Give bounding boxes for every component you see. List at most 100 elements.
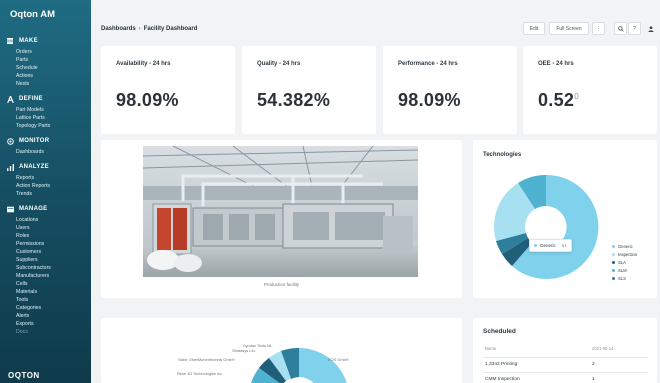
oqton-logo: OQTON (8, 371, 40, 380)
sidebar-item-customers[interactable]: Customers (0, 248, 91, 256)
nav-section-header[interactable]: DEFINE (0, 92, 91, 106)
tooltip-label: Generic (540, 243, 556, 248)
photo-caption: Production facility (263, 282, 300, 287)
breadcrumb-separator: › (138, 26, 141, 32)
production-facility-photo (143, 146, 418, 277)
fullscreen-button[interactable]: Full Screen (549, 22, 589, 35)
sidebar-item-nests[interactable]: Nests (0, 80, 91, 88)
nav-section-title: MANAGE (19, 206, 48, 212)
tooltip-value: 51 (561, 243, 567, 248)
row-value: 1 (592, 377, 595, 382)
kpi-title: OEE - 24 hrs (538, 61, 574, 67)
nav-section-title: ANALYZE (19, 164, 49, 170)
scheduled-col-name[interactable]: Name (485, 346, 496, 351)
nav-section-header[interactable]: MAKE (0, 34, 91, 48)
nav-section-header[interactable]: ANALYZE (0, 160, 91, 174)
scheduled-title: Scheduled (483, 328, 516, 335)
kpi-title: Availability - 24 hrs (116, 61, 171, 67)
user-menu-button[interactable] (644, 22, 657, 35)
sidebar-item-materials[interactable]: Materials (0, 288, 91, 296)
sidebar-item-action-reports[interactable]: Action Reports (0, 182, 91, 190)
sidebar-item-permissions[interactable]: Permissions (0, 240, 91, 248)
nav-section-header[interactable]: MANAGE (0, 202, 91, 216)
technologies-card: Technologies Generic 51 Generic Inspectio… (473, 140, 657, 298)
sidebar: Oqton AM MAKE Orders Parts Schedule Actions N… (0, 0, 91, 383)
sidebar-item-exports[interactable]: Exports (0, 320, 91, 328)
kpi-card-oee: OEE - 24 hrs 0.520 (523, 46, 657, 134)
nav-section-header[interactable]: MONITOR (0, 134, 91, 148)
sidebar-item-docs[interactable]: Docs (0, 328, 91, 336)
sidebar-item-alerts[interactable]: Alerts (0, 312, 91, 320)
sidebar-item-lattice-parts[interactable]: Lattice Parts (0, 114, 91, 122)
sidebar-item-reports[interactable]: Reports (0, 174, 91, 182)
nav-section-title: DEFINE (19, 96, 43, 102)
app-brand[interactable]: Oqton AM (0, 8, 91, 30)
legend-label: SLM (618, 268, 627, 273)
sidebar-item-parts[interactable]: Parts (0, 56, 91, 64)
table-row[interactable]: 1.3342 Printing 2 (483, 357, 648, 370)
sidebar-item-schedule[interactable]: Schedule (0, 64, 91, 72)
legend-item-sla[interactable]: SLA (612, 260, 626, 265)
nav-section-title: MONITOR (19, 138, 50, 144)
kpi-title: Quality - 24 hrs (257, 61, 301, 67)
donut-tooltip: Generic 51 (529, 239, 572, 252)
manufacturer-label: EOS GmbH (328, 357, 349, 362)
folder-icon (6, 205, 14, 213)
sidebar-item-actions[interactable]: Actions (0, 72, 91, 80)
edit-button[interactable]: Edit (523, 22, 545, 35)
more-options-button[interactable]: ⋮ (592, 22, 605, 35)
bar-chart-icon (6, 163, 14, 171)
sidebar-item-cells[interactable]: Cells (0, 280, 91, 288)
manufacturers-donut-chart[interactable] (249, 348, 349, 383)
legend-dot (612, 277, 615, 280)
table-row[interactable]: CMM Inspection 1 (483, 372, 648, 383)
factory-illustration (143, 146, 418, 277)
legend-item-generic[interactable]: Generic (612, 244, 633, 249)
legend-item-sls[interactable]: SLS (612, 276, 626, 281)
a-letter-icon (6, 95, 14, 103)
scheduled-card: Scheduled Name 2021-05-14 1.3342 Printin… (473, 318, 657, 383)
top-bar: Dashboards › Facility Dashboard Edit Full … (91, 0, 660, 42)
manufacturer-label: Rese 3D Technologies Inc. (177, 371, 224, 376)
kpi-card-availability: Availability - 24 hrs 98.09% (101, 46, 235, 134)
kpi-title: Performance - 24 hrs (398, 61, 458, 67)
sidebar-item-orders[interactable]: Orders (0, 48, 91, 56)
sidebar-item-part-models[interactable]: Part Models (0, 106, 91, 114)
technologies-donut-chart[interactable] (492, 173, 600, 281)
nav-section-make: MAKE Orders Parts Schedule Actions Nests (0, 34, 91, 88)
tooltip-dot (534, 244, 537, 247)
sidebar-item-tools[interactable]: Tools (0, 296, 91, 304)
kpi-value-suffix: 0 (574, 92, 579, 101)
legend-dot (612, 253, 615, 256)
sidebar-item-trends[interactable]: Trends (0, 190, 91, 198)
sidebar-item-locations[interactable]: Locations (0, 216, 91, 224)
legend-item-inspection[interactable]: Inspection (612, 252, 637, 257)
technologies-title: Technologies (483, 152, 522, 158)
sidebar-item-subcontractors[interactable]: Subcontractors (0, 264, 91, 272)
nav-section-define: DEFINE Part Models Lattice Parts Topology P… (0, 92, 91, 130)
sidebar-item-suppliers[interactable]: Suppliers (0, 256, 91, 264)
sidebar-item-users[interactable]: Users (0, 224, 91, 232)
legend-label: Inspection (618, 252, 638, 257)
row-value: 2 (592, 362, 595, 367)
sidebar-item-manufacturers[interactable]: Manufacturers (0, 272, 91, 280)
sidebar-item-topology-parts[interactable]: Topology Parts (0, 122, 91, 130)
manufacturers-card: Syndax Tools NL Stratasys Ltd. Sisler Ob… (101, 318, 462, 383)
legend-dot (612, 269, 615, 272)
donut-slice-eos[interactable] (299, 348, 347, 383)
kpi-value-number: 0.52 (538, 90, 575, 110)
help-button[interactable]: ? (628, 22, 641, 35)
sidebar-item-dashboards[interactable]: Dashboards (0, 148, 91, 156)
sidebar-item-roles[interactable]: Roles (0, 232, 91, 240)
production-photo-card: Production facility (101, 140, 462, 298)
kpi-value: 54.382% (257, 90, 331, 110)
breadcrumb: Dashboards › Facility Dashboard (101, 26, 197, 32)
breadcrumb-dashboards[interactable]: Dashboards (101, 26, 136, 32)
row-name: 1.3342 Printing (485, 362, 518, 367)
grid-icon (6, 37, 14, 45)
sidebar-item-categories[interactable]: Categories (0, 304, 91, 312)
kpi-card-quality: Quality - 24 hrs 54.382% (242, 46, 376, 134)
search-button[interactable] (614, 22, 627, 35)
scheduled-col-date[interactable]: 2021-05-14 (592, 346, 613, 351)
legend-item-slm[interactable]: SLM (612, 268, 627, 273)
